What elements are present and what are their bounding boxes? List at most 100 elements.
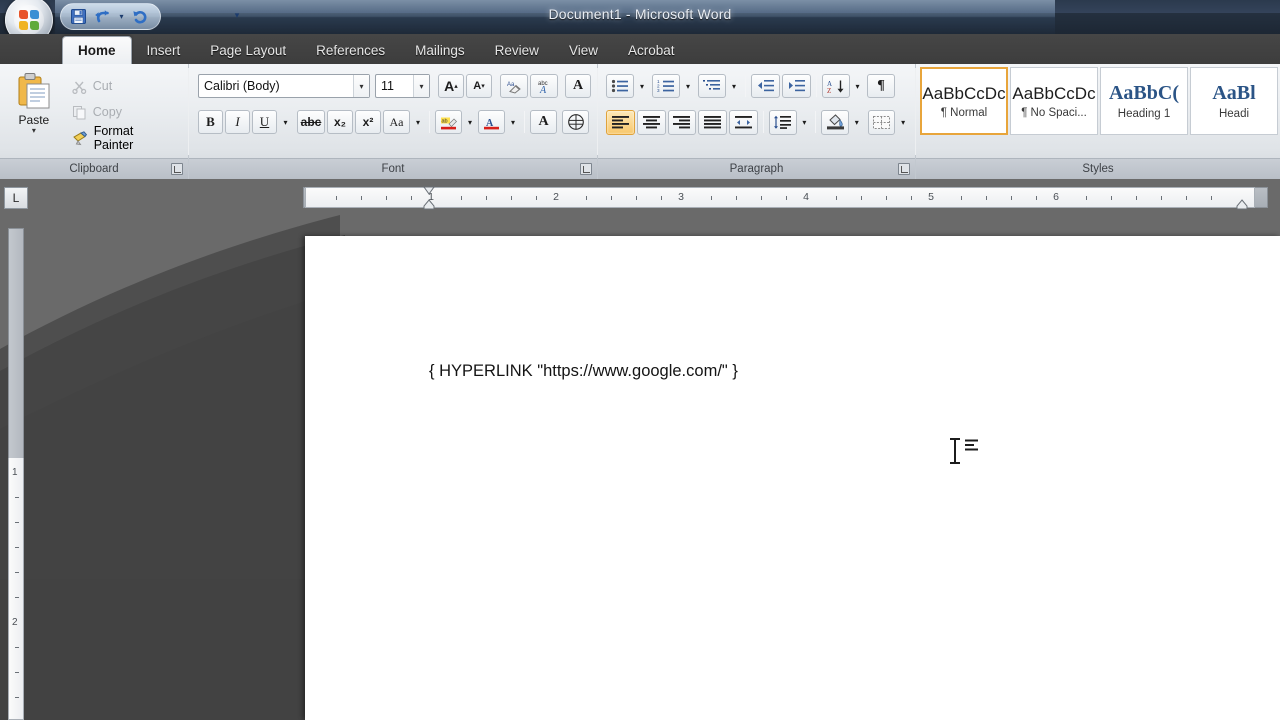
change-case-button[interactable]: abc A (530, 74, 558, 98)
distributed-icon (734, 115, 752, 128)
align-center-button[interactable] (636, 109, 666, 135)
shading-dropdown-button[interactable]: ▾ (851, 110, 863, 135)
format-painter-button[interactable]: Format Painter (66, 124, 182, 152)
italic-button[interactable]: I (225, 110, 250, 134)
left-indent-marker[interactable] (423, 199, 435, 210)
tab-view[interactable]: View (554, 36, 613, 64)
tab-selector-button[interactable]: L (4, 187, 28, 209)
multilevel-list-button[interactable] (698, 74, 726, 98)
tab-references[interactable]: References (301, 36, 400, 64)
line-spacing-button[interactable] (768, 109, 797, 135)
paste-dropdown-arrow[interactable]: ▾ (32, 127, 36, 135)
text-effect-icon: A (538, 114, 549, 129)
tab-mailings[interactable]: Mailings (400, 36, 480, 64)
font-color-dropdown-button[interactable]: ▾ (507, 110, 519, 134)
font-color-button[interactable]: A (478, 110, 505, 134)
change-case-2-button[interactable]: Aa (383, 110, 410, 134)
subscript-icon: x₂ (333, 115, 346, 129)
numbering-button[interactable]: 1 2 3 (652, 74, 680, 98)
highlight-dropdown-button[interactable]: ▾ (464, 110, 476, 134)
tab-insert[interactable]: Insert (132, 36, 196, 64)
style-no-spacing[interactable]: AaBbCcDc ¶ No Spaci... (1010, 67, 1098, 135)
undo-dropdown-button[interactable]: ▾ (115, 6, 128, 28)
tab-page-layout[interactable]: Page Layout (195, 36, 301, 64)
paste-button[interactable]: Paste ▾ (6, 68, 62, 156)
chevron-down-icon[interactable]: ▾ (353, 75, 369, 97)
font-dialog-launcher[interactable] (580, 163, 592, 175)
document-page[interactable]: { HYPERLINK "https://www.google.com/" } (305, 236, 1280, 720)
tab-home[interactable]: Home (62, 36, 132, 64)
tab-label: Page Layout (210, 42, 287, 58)
multilevel-list-icon (703, 80, 720, 90)
strikethrough-button[interactable]: abc (297, 110, 325, 134)
cut-button[interactable]: Cut (66, 74, 182, 98)
borders-button[interactable] (867, 109, 896, 135)
style-label: ¶ No Spaci... (1021, 106, 1087, 119)
multilevel-dropdown-button[interactable]: ▾ (728, 74, 740, 98)
distributed-button[interactable] (729, 109, 758, 135)
decrease-indent-button[interactable] (751, 74, 780, 98)
text-effects-button[interactable]: A (565, 74, 591, 98)
tab-label: Review (494, 42, 539, 58)
bullet-list-icon (611, 79, 628, 93)
redo-button[interactable] (129, 6, 152, 28)
shrink-font-button[interactable]: A ▾ (466, 74, 492, 98)
tab-label: View (568, 42, 598, 58)
bullets-dropdown-button[interactable]: ▾ (636, 74, 648, 98)
styles-label-text: Styles (1082, 163, 1114, 175)
justify-button[interactable] (698, 109, 728, 135)
underline-dropdown-button[interactable]: ▾ (279, 110, 292, 134)
right-indent-marker[interactable] (1236, 199, 1248, 210)
show-hide-marks-button[interactable]: ¶ (867, 74, 895, 98)
align-left-button[interactable] (606, 109, 635, 135)
font-size-combo[interactable]: 11 ▾ (375, 74, 430, 98)
chevron-down-icon: ▾ (119, 12, 124, 21)
text-highlight-color-button[interactable]: ab (435, 110, 462, 134)
chevron-down-icon: ▾ (855, 81, 860, 91)
copy-label: Copy (92, 105, 122, 119)
increase-indent-button[interactable] (782, 74, 811, 98)
text-effect-button[interactable]: A (530, 110, 557, 134)
style-heading-2[interactable]: AaBl Headi (1190, 67, 1278, 135)
style-heading-1[interactable]: AaBbC( Heading 1 (1100, 67, 1188, 135)
font-name-combo[interactable]: Calibri (Body) ▾ (198, 74, 370, 98)
group-clipboard: Paste ▾ Cut Copy Format Painter Clipboar… (0, 64, 189, 179)
horizontal-ruler[interactable]: 1 2 3 4 5 6 (305, 187, 1255, 208)
sort-button[interactable]: A Z (822, 74, 850, 98)
sort-dropdown-button[interactable]: ▾ (852, 74, 863, 98)
copy-button[interactable]: Copy (66, 100, 182, 124)
customize-qat-button[interactable]: ▾ (228, 6, 246, 24)
numbering-dropdown-button[interactable]: ▾ (682, 74, 694, 98)
save-button[interactable] (67, 6, 90, 28)
underline-button[interactable]: U (252, 110, 277, 134)
change-case-icon: abc A (538, 81, 548, 94)
superscript-icon: x² (362, 115, 374, 129)
character-shading-button[interactable] (562, 110, 589, 134)
undo-button[interactable] (91, 6, 114, 28)
paragraph-dialog-launcher[interactable] (898, 163, 910, 175)
chevron-down-icon[interactable]: ▾ (413, 75, 429, 97)
line-spacing-dropdown-button[interactable]: ▾ (799, 110, 811, 135)
clear-formatting-button[interactable]: Aa (500, 74, 528, 98)
justify-icon (704, 115, 722, 128)
grow-font-button[interactable]: A ▴ (438, 74, 464, 98)
change-case-dropdown-button[interactable]: ▾ (412, 110, 424, 134)
style-normal[interactable]: AaBbCcDc ¶ Normal (920, 67, 1008, 135)
superscript-button[interactable]: x² (355, 110, 381, 134)
ruler-num: 2 (12, 617, 18, 628)
bold-button[interactable]: B (198, 110, 223, 134)
first-line-indent-marker[interactable] (423, 186, 435, 195)
borders-icon (872, 115, 890, 129)
tab-acrobat[interactable]: Acrobat (613, 36, 690, 64)
clipboard-dialog-launcher[interactable] (171, 163, 183, 175)
tab-review[interactable]: Review (480, 36, 554, 64)
paste-icon (18, 73, 50, 109)
paintbrush-icon (72, 130, 87, 145)
document-field-code[interactable]: { HYPERLINK "https://www.google.com/" } (429, 362, 738, 381)
align-right-button[interactable] (667, 109, 697, 135)
borders-dropdown-button[interactable]: ▾ (897, 110, 909, 135)
subscript-button[interactable]: x₂ (327, 110, 353, 134)
shading-button[interactable] (821, 109, 850, 135)
bullets-button[interactable] (606, 74, 634, 98)
office-button[interactable] (5, 0, 53, 34)
